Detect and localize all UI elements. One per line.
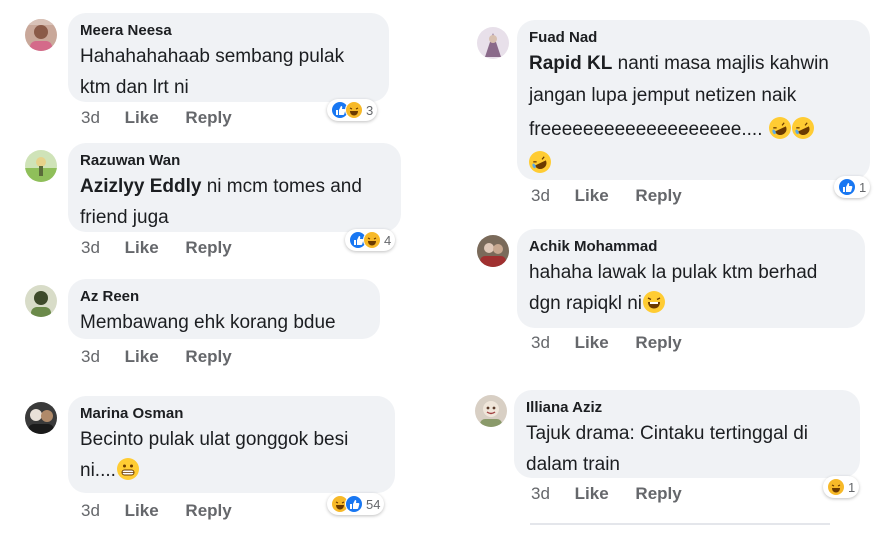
comment-author[interactable]: Marina Osman bbox=[80, 404, 383, 424]
comment-time[interactable]: 3d bbox=[81, 501, 100, 521]
avatar[interactable] bbox=[25, 150, 57, 182]
comment-author[interactable]: Az Reen bbox=[80, 287, 368, 307]
comment-text: Becinto pulak ulat gonggok besi ni.... bbox=[80, 429, 349, 481]
comment-actions: 3d Like Reply bbox=[81, 501, 232, 521]
like-button[interactable]: Like bbox=[125, 501, 159, 521]
reply-button[interactable]: Reply bbox=[635, 484, 681, 504]
avatar[interactable] bbox=[25, 402, 57, 434]
rofl-emoji bbox=[529, 151, 551, 173]
comment-text: Azizlyy Eddly ni mcm tomes and friend ju… bbox=[80, 176, 362, 228]
comment-actions: 3d Like Reply bbox=[531, 484, 682, 504]
comment-author[interactable]: Razuwan Wan bbox=[80, 151, 389, 171]
avatar[interactable] bbox=[477, 27, 509, 59]
reaction-summary[interactable]: 54 bbox=[327, 493, 385, 515]
reaction-count: 3 bbox=[366, 102, 374, 118]
reaction-summary[interactable]: 4 bbox=[345, 229, 396, 251]
comment-bubble: Achik Mohammad hahaha lawak la pulak ktm… bbox=[517, 229, 865, 328]
comment-bubble: Fuad Nad Rapid KL nanti masa majlis kahw… bbox=[517, 20, 870, 180]
like-button[interactable]: Like bbox=[575, 484, 609, 504]
mention-link[interactable]: Rapid KL bbox=[529, 53, 612, 74]
avatar[interactable] bbox=[475, 395, 507, 427]
comment-bubble: Razuwan Wan Azizlyy Eddly ni mcm tomes a… bbox=[68, 143, 401, 232]
rofl-emoji bbox=[768, 117, 791, 139]
like-button[interactable]: Like bbox=[125, 238, 159, 258]
comment-bubble: Az Reen Membawang ehk korang bdue bbox=[68, 279, 380, 339]
comment-text: hahaha lawak la pulak ktm berhad dgn rap… bbox=[529, 262, 818, 314]
rofl-emoji bbox=[791, 117, 814, 139]
grin-emoji bbox=[116, 458, 139, 480]
comment-time[interactable]: 3d bbox=[81, 108, 100, 128]
mention-link[interactable]: Azizlyy Eddly bbox=[80, 176, 201, 197]
haha-icon bbox=[363, 231, 381, 249]
reaction-count: 4 bbox=[384, 232, 392, 248]
avatar[interactable] bbox=[25, 19, 57, 51]
reply-button[interactable]: Reply bbox=[185, 108, 231, 128]
comment-actions: 3d Like Reply bbox=[81, 238, 232, 258]
reply-button[interactable]: Reply bbox=[635, 186, 681, 206]
comment-text: Tajuk drama: Cintaku tertinggal di dalam… bbox=[526, 423, 808, 475]
comment-actions: 3d Like Reply bbox=[531, 333, 682, 353]
reply-button[interactable]: Reply bbox=[635, 333, 681, 353]
comment-time[interactable]: 3d bbox=[531, 333, 550, 353]
reply-button[interactable]: Reply bbox=[185, 347, 231, 367]
comment-time[interactable]: 3d bbox=[531, 484, 550, 504]
comment-text: Hahahahahaab sembang pulak ktm dan lrt n… bbox=[80, 46, 345, 98]
like-icon bbox=[345, 495, 363, 513]
comment-time[interactable]: 3d bbox=[531, 186, 550, 206]
avatar[interactable] bbox=[25, 285, 57, 317]
reaction-count: 54 bbox=[366, 496, 381, 512]
reply-button[interactable]: Reply bbox=[185, 238, 231, 258]
like-button[interactable]: Like bbox=[125, 347, 159, 367]
comment-time[interactable]: 3d bbox=[81, 347, 100, 367]
comment-time[interactable]: 3d bbox=[81, 238, 100, 258]
comment-text: Rapid KL nanti masa majlis kahwin jangan… bbox=[529, 48, 858, 180]
laugh-emoji bbox=[643, 291, 666, 313]
like-button[interactable]: Like bbox=[575, 333, 609, 353]
haha-icon bbox=[827, 478, 845, 496]
comment-author[interactable]: Achik Mohammad bbox=[529, 237, 853, 257]
comment-actions: 3d Like Reply bbox=[81, 108, 232, 128]
avatar[interactable] bbox=[477, 235, 509, 267]
comment-bubble: Illiana Aziz Tajuk drama: Cintaku tertin… bbox=[514, 390, 860, 478]
reaction-count: 1 bbox=[848, 479, 856, 495]
reaction-count: 1 bbox=[859, 179, 867, 195]
comment-author[interactable]: Meera Neesa bbox=[80, 21, 377, 41]
divider bbox=[530, 523, 830, 525]
haha-icon bbox=[345, 101, 363, 119]
reaction-summary[interactable]: 1 bbox=[834, 176, 871, 198]
comment-actions: 3d Like Reply bbox=[81, 347, 232, 367]
reply-button[interactable]: Reply bbox=[185, 501, 231, 521]
comment-bubble: Marina Osman Becinto pulak ulat gonggok … bbox=[68, 396, 395, 493]
like-icon bbox=[838, 178, 856, 196]
comment-author[interactable]: Illiana Aziz bbox=[526, 398, 848, 418]
like-button[interactable]: Like bbox=[125, 108, 159, 128]
comment-text: Membawang ehk korang bdue bbox=[80, 312, 336, 333]
reaction-summary[interactable]: 1 bbox=[823, 476, 860, 498]
comment-author[interactable]: Fuad Nad bbox=[529, 28, 858, 48]
like-button[interactable]: Like bbox=[575, 186, 609, 206]
comment-actions: 3d Like Reply bbox=[531, 186, 682, 206]
comment-bubble: Meera Neesa Hahahahahaab sembang pulak k… bbox=[68, 13, 389, 102]
reaction-summary[interactable]: 3 bbox=[327, 99, 378, 121]
